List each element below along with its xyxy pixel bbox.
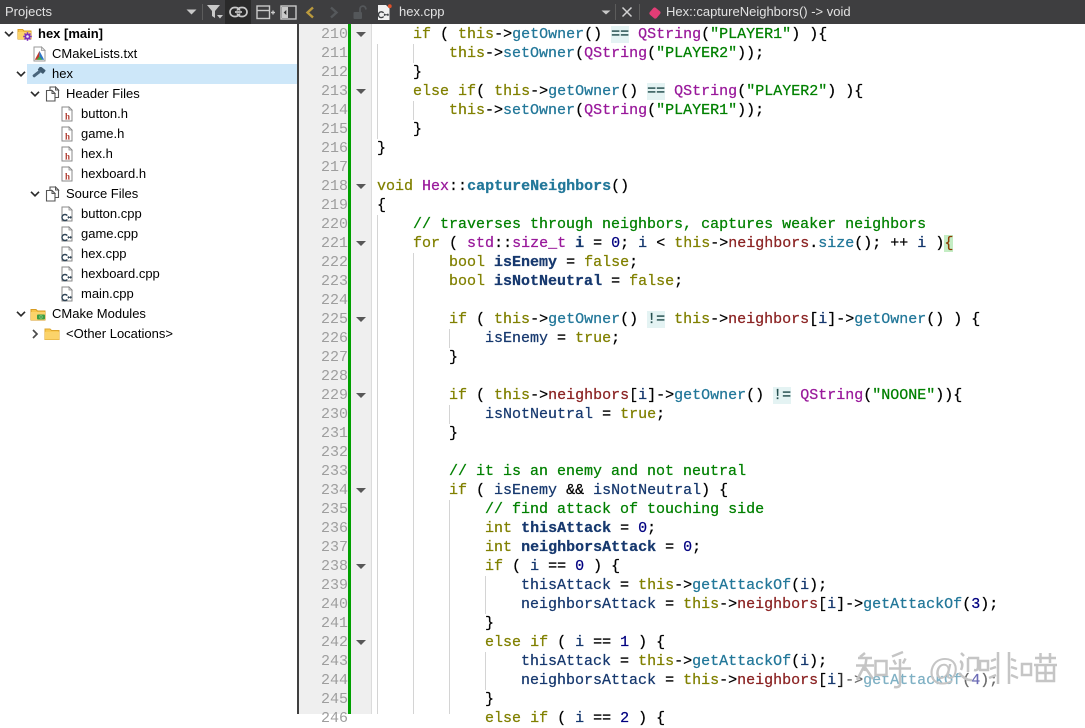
svg-text:h: h [65, 112, 70, 122]
svg-text:h: h [65, 172, 70, 182]
svg-text:h: h [65, 152, 70, 162]
svg-text:h: h [65, 132, 70, 142]
svg-text:@: @ [928, 652, 959, 687]
